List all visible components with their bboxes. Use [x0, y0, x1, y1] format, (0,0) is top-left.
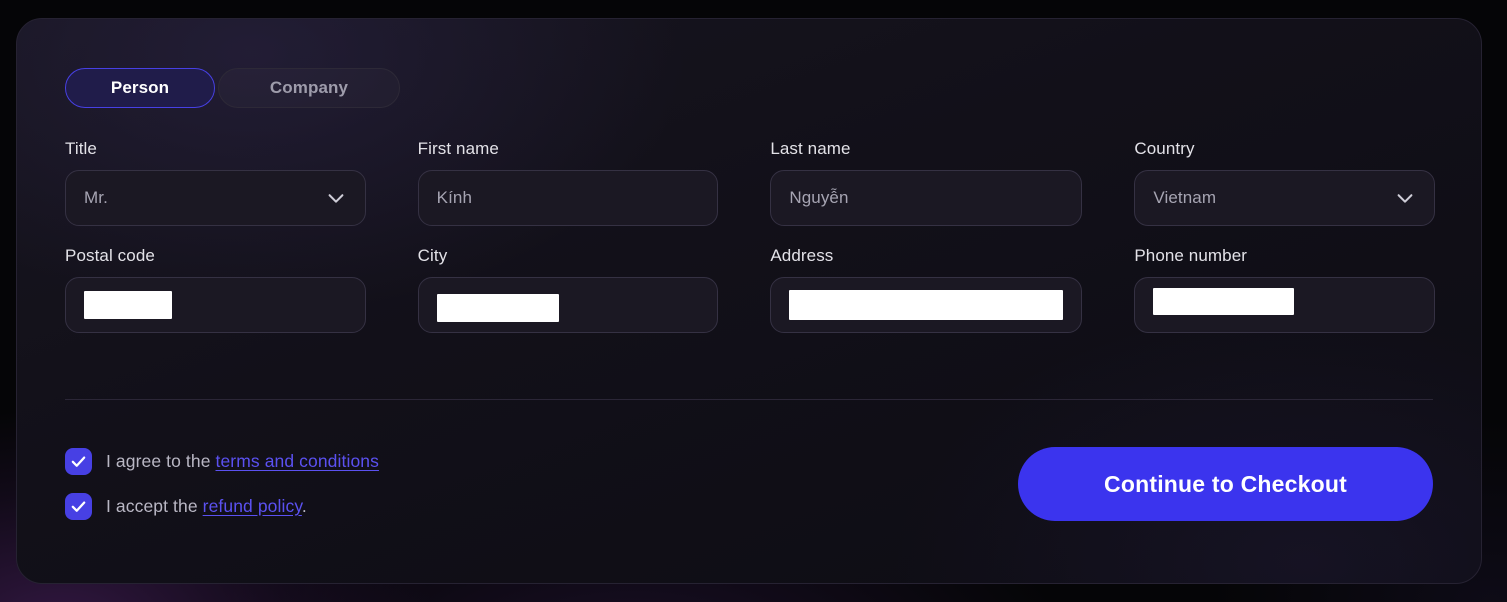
chevron-down-icon[interactable]: [325, 187, 347, 209]
address-input[interactable]: [770, 277, 1083, 333]
billing-form-grid: Title Mr. First name Kính Last name Nguy…: [65, 139, 1435, 333]
checkbox-refund[interactable]: [65, 493, 92, 520]
continue-to-checkout-button[interactable]: Continue to Checkout: [1018, 447, 1433, 521]
field-address: Address: [770, 246, 1083, 333]
field-last-name: Last name Nguyễn: [770, 139, 1083, 226]
last-name-value: Nguyễn: [789, 188, 849, 207]
first-name-input[interactable]: Kính: [417, 170, 719, 226]
redaction-bar-city: [436, 294, 559, 322]
field-first-name: First name Kính: [417, 139, 719, 226]
country-value: Vietnam: [1153, 188, 1217, 207]
field-title: Title Mr.: [65, 139, 366, 226]
consent-refund-suffix: .: [301, 496, 307, 516]
entity-type-option-company[interactable]: Company: [218, 68, 400, 108]
title-select[interactable]: Mr.: [65, 170, 366, 226]
consent-refund-prefix: I accept the: [106, 496, 203, 516]
consent-and-cta-row: I agree to the terms and conditions I ac…: [65, 447, 1433, 521]
redaction-bar-postal-code: [84, 291, 172, 319]
last-name-input[interactable]: Nguyễn: [770, 170, 1083, 226]
country-select[interactable]: Vietnam: [1134, 170, 1435, 226]
field-phone-number: Phone number: [1134, 246, 1435, 333]
consent-terms-prefix: I agree to the: [106, 451, 216, 471]
field-country: Country Vietnam: [1134, 139, 1435, 226]
section-divider: [65, 399, 1433, 400]
consent-terms-text: I agree to the terms and conditions: [106, 451, 379, 472]
label-address: Address: [770, 246, 834, 265]
label-last-name: Last name: [770, 139, 851, 158]
redaction-bar-phone-number: [1153, 287, 1295, 315]
label-postal-code: Postal code: [65, 246, 155, 265]
consent-list: I agree to the terms and conditions I ac…: [65, 448, 379, 520]
refund-policy-link[interactable]: refund policy: [203, 496, 302, 516]
consent-refund-text: I accept the refund policy.: [106, 496, 307, 517]
phone-number-input[interactable]: [1134, 277, 1435, 333]
billing-details-card: Person Company Title Mr. First name Kính: [16, 18, 1482, 584]
label-city: City: [417, 246, 448, 265]
label-title: Title: [65, 139, 97, 158]
consent-terms[interactable]: I agree to the terms and conditions: [65, 448, 379, 475]
entity-type-option-person[interactable]: Person: [65, 68, 215, 108]
chevron-down-icon[interactable]: [1394, 187, 1416, 209]
first-name-value: Kính: [436, 188, 473, 207]
label-phone-number: Phone number: [1134, 246, 1248, 265]
field-city: City: [417, 246, 719, 333]
field-postal-code: Postal code: [65, 246, 366, 333]
label-country: Country: [1134, 139, 1195, 158]
city-input[interactable]: [417, 277, 719, 333]
title-value: Mr.: [84, 188, 108, 207]
label-first-name: First name: [417, 139, 499, 158]
consent-refund[interactable]: I accept the refund policy.: [65, 493, 379, 520]
postal-code-input[interactable]: [65, 277, 366, 333]
redaction-bar-address: [789, 290, 1064, 320]
checkbox-terms[interactable]: [65, 448, 92, 475]
terms-and-conditions-link[interactable]: terms and conditions: [216, 451, 379, 471]
entity-type-toggle[interactable]: Person Company: [65, 68, 400, 108]
